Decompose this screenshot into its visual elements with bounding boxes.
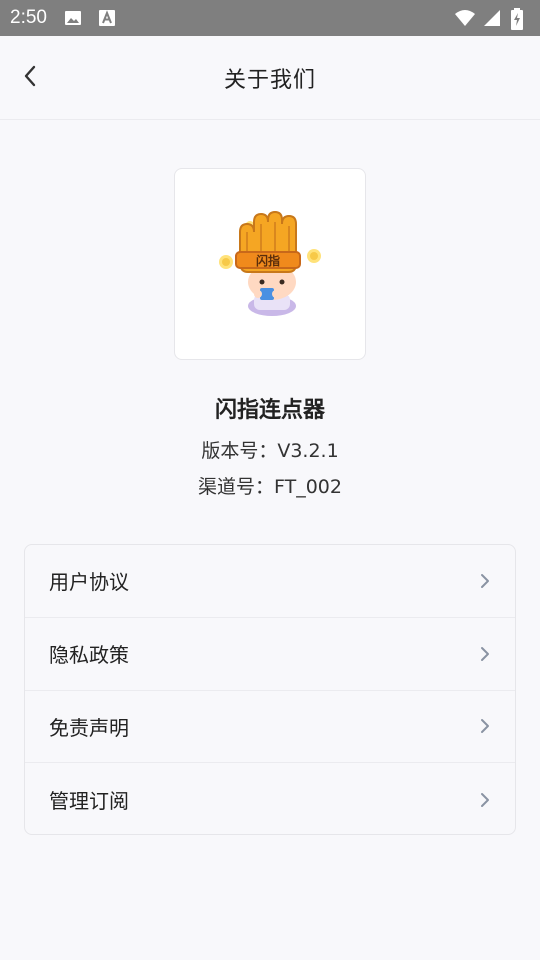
wifi-icon [454,8,475,28]
menu-item-label: 管理订阅 [49,789,129,814]
signal-icon [482,8,502,28]
battery-charging-icon [510,8,530,30]
channel-label: 渠道号：FT_002 [198,476,342,498]
chevron-left-icon [22,64,38,92]
chevron-right-icon [479,573,495,589]
status-time: 2:50 [10,7,47,28]
app-header: 关于我们 [0,36,540,120]
app-logo: 闪指 [210,202,330,326]
menu-item-label: 免责声明 [49,715,129,740]
page-title: 关于我们 [223,67,316,93]
app-logo-card: 闪指 [174,168,366,360]
chevron-right-icon [479,792,495,808]
menu-item-manage-subscription[interactable]: 管理订阅 [25,763,515,834]
menu-item-user-agreement[interactable]: 用户协议 [25,545,515,618]
menu-item-label: 用户协议 [49,570,129,595]
menu-item-disclaimer[interactable]: 免责声明 [25,691,515,764]
chevron-right-icon [479,718,495,734]
back-button[interactable] [14,62,46,94]
image-icon [63,8,83,28]
status-bar: 2:50 [0,0,540,36]
menu-item-label: 隐私政策 [49,643,129,668]
logo-text: 闪指 [256,253,280,268]
settings-menu: 用户协议 隐私政策 免责声明 管理订阅 [24,544,516,835]
app-name: 闪指连点器 [214,398,325,423]
menu-item-privacy-policy[interactable]: 隐私政策 [25,618,515,691]
chevron-right-icon [479,646,495,662]
text-a-icon [97,8,117,28]
version-label: 版本号：V3.2.1 [201,440,339,462]
